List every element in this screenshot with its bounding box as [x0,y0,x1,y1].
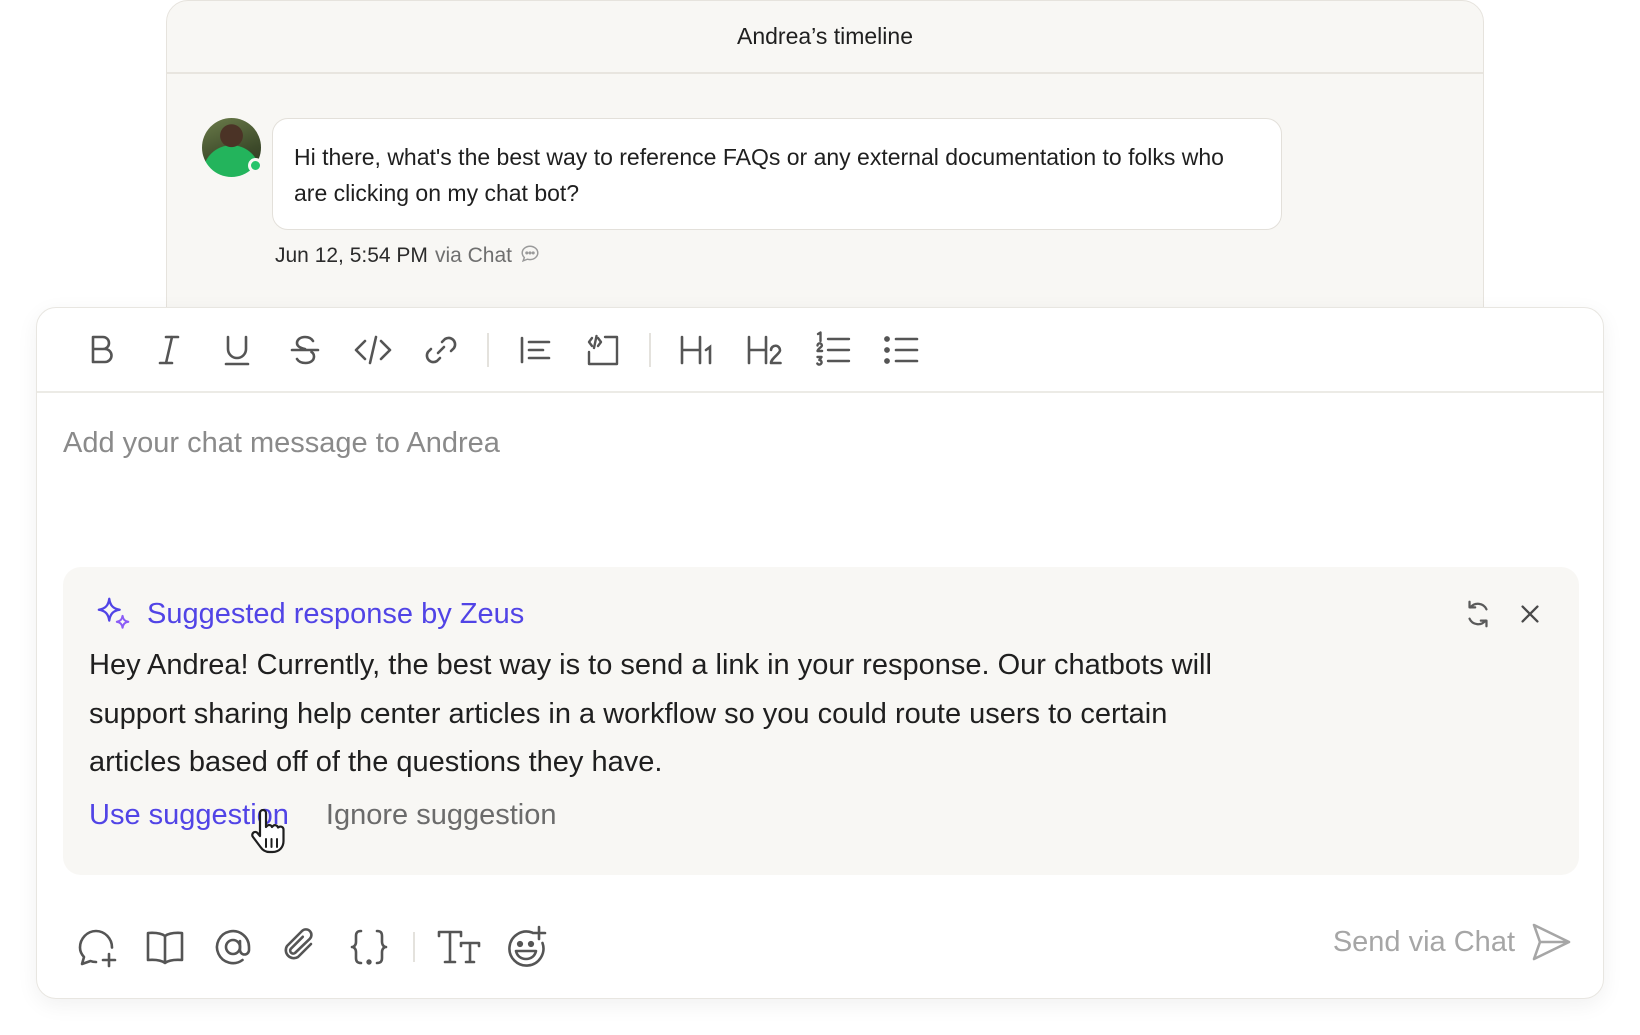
timeline-title: Andrea’s timeline [167,1,1483,74]
hand-cursor-icon [251,809,285,854]
numbered-list-icon [816,330,851,366]
suggestion-body: Hey Andrea! Currently, the best way is t… [89,649,1212,778]
underline-icon [224,335,250,365]
chat-message-input[interactable] [63,413,1563,473]
dismiss-suggestion-button[interactable] [1513,597,1547,631]
code-block-button[interactable] [569,320,637,380]
suggestion-actions: Use suggestion Ignore suggestion [89,799,556,832]
emoji-add-icon [508,925,547,967]
inline-code-button[interactable] [339,320,407,380]
placeholder-braces-icon [350,929,388,965]
code-block-icon [587,334,619,365]
message-bubble: Hi there, what's the best way to referen… [272,118,1282,230]
italic-button[interactable] [135,320,203,380]
refresh-icon [1468,600,1488,628]
toolbar-divider [649,332,651,367]
formatting-toolbar [37,308,1603,393]
close-icon [1521,605,1539,623]
send-label: Send via Chat [1332,925,1515,958]
send-icon [1532,923,1571,961]
knowledge-base-button[interactable] [131,916,199,978]
add-comment-button[interactable] [63,916,131,978]
strikethrough-button[interactable] [271,320,339,380]
bulleted-list-button[interactable] [867,320,935,380]
attach-file-button[interactable] [267,916,335,978]
suggestion-title: Suggested response by Zeus [147,597,525,630]
send-via-chat-button[interactable]: Send via Chat [1333,920,1573,964]
sparkle-icon [97,597,130,629]
underline-button[interactable] [203,320,271,380]
mention-button[interactable] [199,916,267,978]
bulleted-list-icon [884,335,919,364]
message-meta: Jun 12, 5:54 PM via Chat [275,244,541,268]
chat-bubble-icon [521,245,539,263]
add-comment-icon [78,929,117,968]
timeline-panel: Andrea’s timeline Hi there, what's the b… [166,0,1484,330]
numbered-list-button[interactable] [799,320,867,380]
link-icon [425,336,457,363]
text-format-button[interactable] [425,916,493,978]
message-text: Hi there, what's the best way to referen… [294,144,1224,206]
composer-actions [63,916,561,978]
bottombar-divider [413,932,415,962]
avatar[interactable] [202,118,263,177]
toolbar-divider [487,332,489,367]
chat-composer: Suggested response by Zeus Hey Andrea! C… [36,307,1604,999]
text-format-icon [437,930,481,964]
placeholder-button[interactable] [335,916,403,978]
suggestion-header: Suggested response by Zeus [95,595,524,633]
blockquote-icon [520,336,551,363]
online-status-dot [248,158,263,173]
bold-button[interactable] [67,320,135,380]
italic-icon [158,335,180,364]
blockquote-button[interactable] [501,320,569,380]
message-timestamp: Jun 12, 5:54 PM [275,244,428,267]
heading-2-button[interactable] [731,320,799,380]
mention-icon [215,929,251,965]
heading-1-button[interactable] [663,320,731,380]
code-icon [354,335,392,364]
emoji-button[interactable] [493,916,561,978]
regenerate-button[interactable] [1461,597,1495,631]
suggested-response-card: Suggested response by Zeus Hey Andrea! C… [63,567,1579,875]
attachment-icon [284,928,313,960]
heading-1-icon [680,335,712,364]
ignore-suggestion-link[interactable]: Ignore suggestion [326,799,557,832]
message-channel: via Chat [434,244,512,267]
knowledge-book-icon [146,931,184,965]
bold-icon [91,335,113,363]
link-button[interactable] [407,320,475,380]
heading-2-icon [747,335,782,364]
strikethrough-icon [290,335,320,364]
